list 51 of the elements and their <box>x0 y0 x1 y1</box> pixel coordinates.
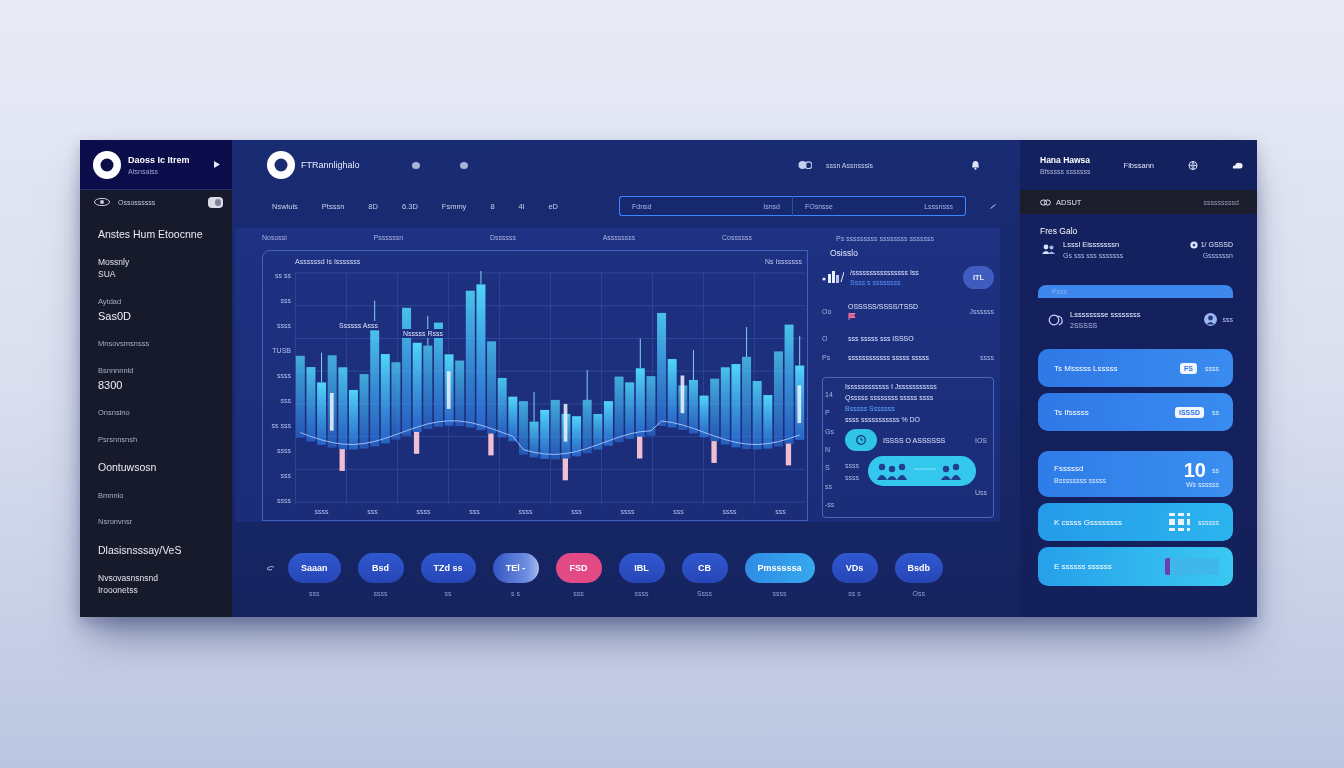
action-button[interactable]: VDs <box>831 553 878 583</box>
action-button[interactable]: Bsd <box>357 553 404 583</box>
chat-icon <box>797 161 812 169</box>
caret-icon <box>214 161 220 168</box>
card-title: K cssss Gssssssss <box>1054 517 1123 527</box>
metric-value: 8300 <box>98 378 123 391</box>
ring-logo <box>267 151 295 179</box>
flag-icon <box>848 312 856 320</box>
swirl-icon <box>266 566 275 571</box>
bars-icon <box>822 271 844 283</box>
image-thumbnail <box>1165 558 1219 575</box>
brand-name: Daoss Ic Itrem <box>128 154 190 165</box>
loop-icon <box>1048 313 1064 326</box>
nav-link[interactable]: Nvsovasnsnsnd Irooonetss <box>98 573 158 595</box>
ring-icon <box>1189 240 1198 249</box>
stat-value: 10 <box>1183 460 1206 480</box>
slash-icon <box>990 203 996 209</box>
clock-icon <box>856 435 866 445</box>
action-button[interactable]: Bsdb <box>894 553 944 583</box>
profile-name: Hana Hawsa <box>1040 155 1091 165</box>
ring-logo <box>93 150 121 179</box>
nav-heading[interactable]: Dlasisnsssay/VeS <box>98 543 182 556</box>
qr-code-icon <box>1166 513 1190 531</box>
action-button[interactable]: TEl - <box>492 553 539 583</box>
dot-icon <box>459 161 468 169</box>
action-button[interactable]: CB <box>681 553 728 583</box>
nav-heading[interactable]: Anstes Hum Etoocnne <box>98 228 203 240</box>
avatar-icon <box>1203 313 1217 326</box>
globe-icon <box>1188 160 1198 170</box>
nav-heading[interactable]: Oontuwsosn <box>98 461 157 474</box>
dot-icon <box>411 161 420 169</box>
timer-button[interactable] <box>845 429 877 451</box>
nav-link[interactable]: Mossnly SUA <box>98 257 130 280</box>
card-title: E ssssss ssssss <box>1054 562 1113 571</box>
section-title: Fres Galo <box>1040 226 1078 236</box>
action-button[interactable]: Saaan <box>288 553 341 583</box>
card-title: Ts Msssss Lsssss <box>1054 363 1119 373</box>
action-button[interactable]: IBL <box>618 553 665 583</box>
toggle-switch[interactable] <box>208 196 223 208</box>
cloud-icon <box>1232 161 1243 169</box>
section-heading: Osisslo <box>830 248 858 258</box>
action-button[interactable]: FSD <box>555 553 602 583</box>
card-title: Ts Ifsssss <box>1054 407 1090 417</box>
app-title: FTRannlighalo <box>301 160 360 170</box>
action-button[interactable]: TZd ss <box>420 553 476 583</box>
card-title: Fsssssd <box>1054 464 1084 473</box>
metric-value: Sas0D <box>98 309 132 322</box>
link-icon <box>1040 198 1051 206</box>
eye-icon <box>94 198 110 206</box>
bell-icon <box>971 160 980 170</box>
people-icon <box>1042 244 1055 255</box>
